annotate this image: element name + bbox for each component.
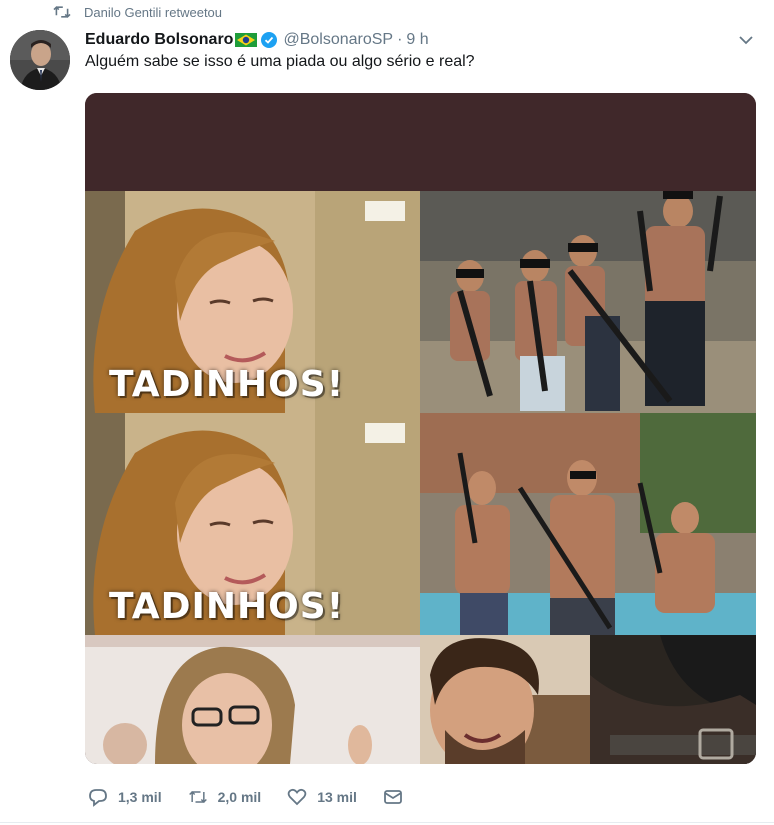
like-button[interactable]: 13 mil <box>287 787 357 807</box>
tweet-actions: 1,3 mil 2,0 mil 13 mil <box>88 784 439 810</box>
tweet-text: Alguém sabe se isso é uma piada ou algo … <box>85 53 475 70</box>
author-handle[interactable]: @BolsonaroSP <box>283 31 393 49</box>
separator-dot: · <box>397 31 403 48</box>
photo-man-selfie <box>420 635 590 764</box>
retweet-icon <box>188 790 207 804</box>
retweet-icon <box>53 6 71 18</box>
photo-man-selfie-image <box>420 635 590 764</box>
verified-badge-icon <box>261 32 278 48</box>
photo-belt-closeup <box>590 635 756 764</box>
reply-button[interactable]: 1,3 mil <box>88 787 162 807</box>
photo-woman-glasses <box>85 635 420 764</box>
media-top-band <box>85 93 756 191</box>
chevron-down-icon[interactable] <box>738 32 754 48</box>
photo-belt-closeup-image <box>590 635 756 764</box>
tweet-timestamp[interactable]: 9 h <box>406 31 428 49</box>
meme-panel-woman-2: TADINHOS! <box>85 413 420 635</box>
retweet-context-text: Danilo Gentili retweetou <box>84 4 223 20</box>
photo-woman-glasses-image <box>85 635 420 764</box>
direct-message-button[interactable] <box>383 787 413 807</box>
tweet-header: Eduardo Bolsonaro @BolsonaroSP · 9 h <box>85 30 754 50</box>
retweet-count: 2,0 mil <box>217 789 262 805</box>
avatar-image <box>10 30 70 90</box>
retweet-button[interactable]: 2,0 mil <box>188 787 262 807</box>
tweet-media[interactable]: TADINHOS! TADINHOS! <box>85 93 756 764</box>
author-name[interactable]: Eduardo Bolsonaro <box>85 31 233 49</box>
photo-group-2 <box>420 413 756 635</box>
brazil-flag-icon <box>235 33 258 47</box>
like-count: 13 mil <box>317 789 357 805</box>
meme-caption: TADINHOS! <box>109 586 345 627</box>
meme-caption: TADINHOS! <box>109 364 345 405</box>
photo-armed-boys <box>420 191 756 413</box>
reply-count: 1,3 mil <box>118 789 162 805</box>
meme-panel-woman-1: TADINHOS! <box>85 191 420 413</box>
avatar[interactable] <box>10 30 70 90</box>
photo-group-1 <box>420 191 756 413</box>
envelope-icon <box>383 790 402 804</box>
heart-icon <box>287 788 307 806</box>
photo-armed-men <box>420 413 756 635</box>
retweet-context[interactable]: Danilo Gentili retweetou <box>52 3 222 21</box>
reply-icon <box>89 789 107 807</box>
divider <box>0 822 774 823</box>
